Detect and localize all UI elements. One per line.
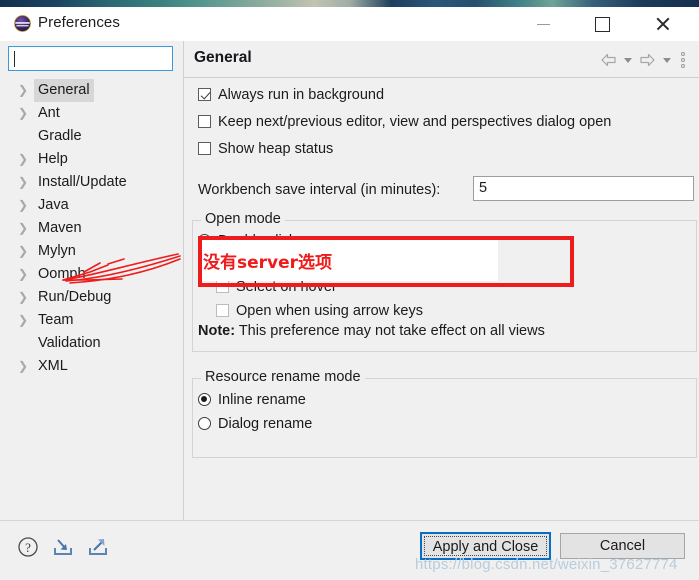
sidebar-item-label: Gradle: [38, 128, 82, 144]
radio-icon: [198, 417, 211, 430]
vertical-dots-icon[interactable]: [678, 51, 688, 69]
chevron-right-icon[interactable]: ❯: [18, 263, 30, 286]
save-interval-label: Workbench save interval (in minutes):: [198, 182, 441, 198]
sidebar-item-label: Java: [38, 197, 69, 213]
chevron-right-icon[interactable]: ❯: [18, 286, 30, 309]
maximize-button[interactable]: [579, 7, 625, 41]
title-bar: Preferences: [0, 7, 699, 41]
chevron-right-icon[interactable]: ❯: [18, 148, 30, 171]
checkbox-label: Open when using arrow keys: [236, 303, 423, 319]
footer-icon-group: ?: [16, 535, 110, 559]
note-text: This preference may not take effect on a…: [235, 323, 545, 339]
sidebar-item-install-update[interactable]: ❯ Install/Update: [0, 171, 183, 194]
sidebar-item-ant[interactable]: ❯ Ant: [0, 102, 183, 125]
checkbox-icon: [216, 304, 229, 317]
eclipse-logo-icon: [14, 15, 31, 32]
sidebar-item-label: Ant: [38, 105, 60, 121]
sidebar-item-label: Validation: [38, 335, 101, 351]
checkbox-icon: [198, 115, 211, 128]
open-mode-note: Note: This preference may not take effec…: [198, 323, 545, 339]
chevron-right-icon[interactable]: ❯: [18, 79, 30, 102]
sidebar-item-general[interactable]: ❯ General: [0, 79, 183, 102]
sidebar-item-label: Help: [38, 151, 68, 167]
checkbox-open-with-arrow-keys: Open when using arrow keys: [216, 300, 423, 322]
checkbox-always-run-in-background[interactable]: Always run in background: [198, 84, 384, 106]
checkbox-label: Always run in background: [218, 87, 385, 103]
annotation-text: 没有server选项: [203, 253, 333, 273]
sidebar-item-validation[interactable]: Validation: [0, 332, 183, 355]
desktop-background-strip: [0, 0, 699, 7]
page-header: General: [184, 41, 699, 78]
radio-label: Inline rename: [218, 392, 306, 408]
chevron-right-icon[interactable]: ❯: [18, 355, 30, 378]
hand-drawn-arrow-icon: [60, 250, 210, 300]
chevron-right-icon[interactable]: ❯: [18, 217, 30, 240]
chevron-right-icon[interactable]: ❯: [18, 102, 30, 125]
watermark-text: https://blog.csdn.net/weixin_37627774: [415, 556, 678, 573]
arrow-left-icon[interactable]: [600, 52, 617, 68]
open-mode-legend: Open mode: [201, 211, 285, 227]
filter-text-input[interactable]: [8, 46, 173, 71]
page-nav-icons: [600, 49, 693, 71]
forward-history-chevron-down-icon[interactable]: [661, 52, 673, 68]
sidebar-item-maven[interactable]: ❯ Maven: [0, 217, 183, 240]
sidebar-item-help[interactable]: ❯ Help: [0, 148, 183, 171]
svg-text:?: ?: [25, 540, 31, 555]
text-caret: [14, 51, 15, 67]
sidebar-item-label: General: [34, 79, 94, 102]
sidebar-item-xml[interactable]: ❯ XML: [0, 355, 183, 378]
chevron-right-icon[interactable]: ❯: [18, 171, 30, 194]
checkbox-label: Show heap status: [218, 141, 334, 157]
sidebar-item-label: Install/Update: [38, 174, 127, 190]
resource-rename-legend: Resource rename mode: [201, 369, 365, 385]
note-prefix: Note:: [198, 323, 236, 339]
window-title: Preferences: [38, 14, 120, 31]
sidebar-item-java[interactable]: ❯ Java: [0, 194, 183, 217]
radio-dialog-rename[interactable]: Dialog rename: [198, 413, 312, 435]
sidebar-item-label: Team: [38, 312, 74, 328]
chevron-right-icon[interactable]: ❯: [18, 194, 30, 217]
radio-inline-rename[interactable]: Inline rename: [198, 389, 306, 411]
chevron-right-icon[interactable]: ❯: [18, 309, 30, 332]
checkbox-label: Keep next/previous editor, view and pers…: [218, 114, 612, 130]
sidebar-item-label: Maven: [38, 220, 82, 236]
question-mark-icon[interactable]: ?: [16, 535, 40, 559]
apply-and-close-label: Apply and Close: [432, 539, 539, 555]
minimize-icon: [537, 24, 550, 25]
save-interval-label-row: Workbench save interval (in minutes):: [198, 178, 440, 202]
export-arrow-icon[interactable]: [86, 535, 110, 559]
preferences-dialog: Preferences ❯ General ❯ Ant Gradle ❯ Help ❯ Inst…: [0, 0, 699, 580]
page-content: Always run in background Keep next/previ…: [184, 78, 699, 521]
page-title: General: [194, 49, 252, 66]
radio-label: Dialog rename: [218, 416, 313, 432]
checkbox-keep-dialog-open[interactable]: Keep next/previous editor, view and pers…: [198, 111, 611, 133]
save-interval-input[interactable]: 5: [473, 176, 694, 201]
arrow-right-icon[interactable]: [639, 52, 656, 68]
sidebar-item-team[interactable]: ❯ Team: [0, 309, 183, 332]
checkbox-show-heap-status[interactable]: Show heap status: [198, 138, 333, 160]
back-history-chevron-down-icon[interactable]: [622, 52, 634, 68]
import-arrow-icon[interactable]: [51, 535, 75, 559]
checkbox-icon: [198, 88, 211, 101]
sidebar-item-gradle[interactable]: Gradle: [0, 125, 183, 148]
checkbox-icon: [198, 142, 211, 155]
radio-icon: [198, 393, 211, 406]
chevron-right-icon[interactable]: ❯: [18, 240, 30, 263]
sidebar-item-label: XML: [38, 358, 68, 374]
minimize-button[interactable]: [521, 7, 567, 41]
close-button[interactable]: [639, 7, 685, 41]
maximize-icon: [595, 17, 610, 32]
